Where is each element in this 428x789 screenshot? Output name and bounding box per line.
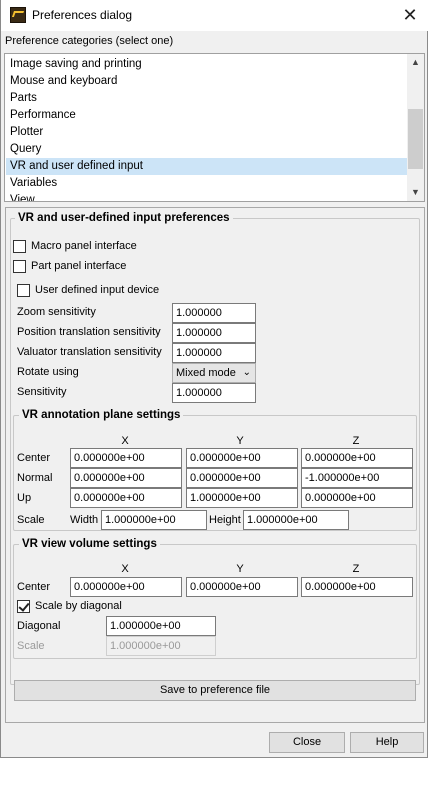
list-item[interactable]: Parts [6,90,407,107]
close-icon[interactable]: ✕ [399,4,421,26]
view-volume-center-x-input[interactable]: 0.000000e+00 [70,577,182,597]
vr-panel-title: VR and user-defined input preferences [15,212,233,224]
macro-panel-checkbox[interactable] [13,240,26,253]
list-item[interactable]: View [6,192,407,201]
diagonal-input[interactable]: 1.000000e+00 [106,616,216,636]
chevron-down-icon: ⌄ [242,367,251,378]
valuator-translation-label: Valuator translation sensitivity [17,346,162,358]
rotate-using-value: Mixed mode [176,367,236,379]
close-button[interactable]: Close [269,732,345,753]
annotation-height-input[interactable]: 1.000000e+00 [243,510,349,530]
annotation-center-x-input[interactable]: 0.000000e+00 [70,448,182,468]
annotation-height-label: Height [209,514,241,526]
annotation-normal-label: Normal [17,472,53,484]
view-volume-scale-label: Scale [17,640,45,652]
view-volume-center-label: Center [17,581,51,593]
scroll-thumb[interactable] [408,109,423,169]
vr-preferences-panel: VR and user-defined input preferences Ma… [5,207,425,723]
view-volume-title: VR view volume settings [19,538,160,550]
user-defined-input-label: User defined input device [35,284,160,296]
list-item[interactable]: Mouse and keyboard [6,73,407,90]
annotation-center-label: Center [17,452,51,464]
list-item[interactable]: Query [6,141,407,158]
annotation-header-y: Y [236,435,244,447]
zoom-sensitivity-label: Zoom sensitivity [17,306,96,318]
view-volume-scale-input: 1.000000e+00 [106,636,216,656]
preferences-window: Preferences dialog ✕ Preference categori… [0,0,428,758]
rotate-using-select[interactable]: Mixed mode ⌄ [172,363,256,383]
app-icon [10,7,26,23]
scale-by-diagonal-label: Scale by diagonal [35,600,122,612]
sensitivity-label: Sensitivity [17,386,67,398]
position-translation-label: Position translation sensitivity [17,326,161,338]
user-defined-input-checkbox[interactable] [17,284,30,297]
valuator-translation-input[interactable]: 1.000000 [172,343,256,363]
help-button[interactable]: Help [350,732,424,753]
part-panel-label: Part panel interface [31,260,127,272]
categories-listbox[interactable]: Image saving and printing Mouse and keyb… [4,53,425,202]
list-item[interactable]: Variables [6,175,407,192]
list-item[interactable]: Performance [6,107,407,124]
view-volume-center-y-input[interactable]: 0.000000e+00 [186,577,298,597]
annotation-header-x: X [121,435,129,447]
diagonal-label: Diagonal [17,620,61,632]
title-bar: Preferences dialog ✕ [1,0,428,31]
view-volume-header-y: Y [236,563,244,575]
view-volume-header-z: Z [352,563,360,575]
annotation-normal-z-input[interactable]: -1.000000e+00 [301,468,413,488]
part-panel-checkbox[interactable] [13,260,26,273]
list-item-selected[interactable]: VR and user defined input [6,158,407,175]
categories-label: Preference categories (select one) [5,35,174,47]
annotation-up-y-input[interactable]: 1.000000e+00 [186,488,298,508]
annotation-normal-y-input[interactable]: 0.000000e+00 [186,468,298,488]
rotate-using-label: Rotate using [17,366,79,378]
annotation-plane-title: VR annotation plane settings [19,409,184,421]
annotation-width-label: Width [70,514,99,526]
macro-panel-label: Macro panel interface [31,240,137,252]
list-item[interactable]: Image saving and printing [6,56,407,73]
list-item[interactable]: Plotter [6,124,407,141]
annotation-up-x-input[interactable]: 0.000000e+00 [70,488,182,508]
annotation-center-y-input[interactable]: 0.000000e+00 [186,448,298,468]
scroll-down-icon[interactable]: ▼ [407,184,424,201]
position-translation-input[interactable]: 1.000000 [172,323,256,343]
window-title: Preferences dialog [32,8,133,22]
annotation-up-label: Up [17,492,32,504]
view-volume-header-x: X [121,563,129,575]
save-preference-button[interactable]: Save to preference file [14,680,416,701]
scroll-up-icon[interactable]: ▲ [407,54,424,71]
sensitivity-input[interactable]: 1.000000 [172,383,256,403]
scale-by-diagonal-checkbox[interactable] [17,600,30,613]
zoom-sensitivity-input[interactable]: 1.000000 [172,303,256,323]
annotation-header-z: Z [352,435,360,447]
annotation-center-z-input[interactable]: 0.000000e+00 [301,448,413,468]
annotation-width-input[interactable]: 1.000000e+00 [101,510,207,530]
annotation-up-z-input[interactable]: 0.000000e+00 [301,488,413,508]
list-scrollbar[interactable]: ▲ ▼ [407,54,424,201]
annotation-normal-x-input[interactable]: 0.000000e+00 [70,468,182,488]
view-volume-center-z-input[interactable]: 0.000000e+00 [301,577,413,597]
annotation-scale-label: Scale [17,514,45,526]
